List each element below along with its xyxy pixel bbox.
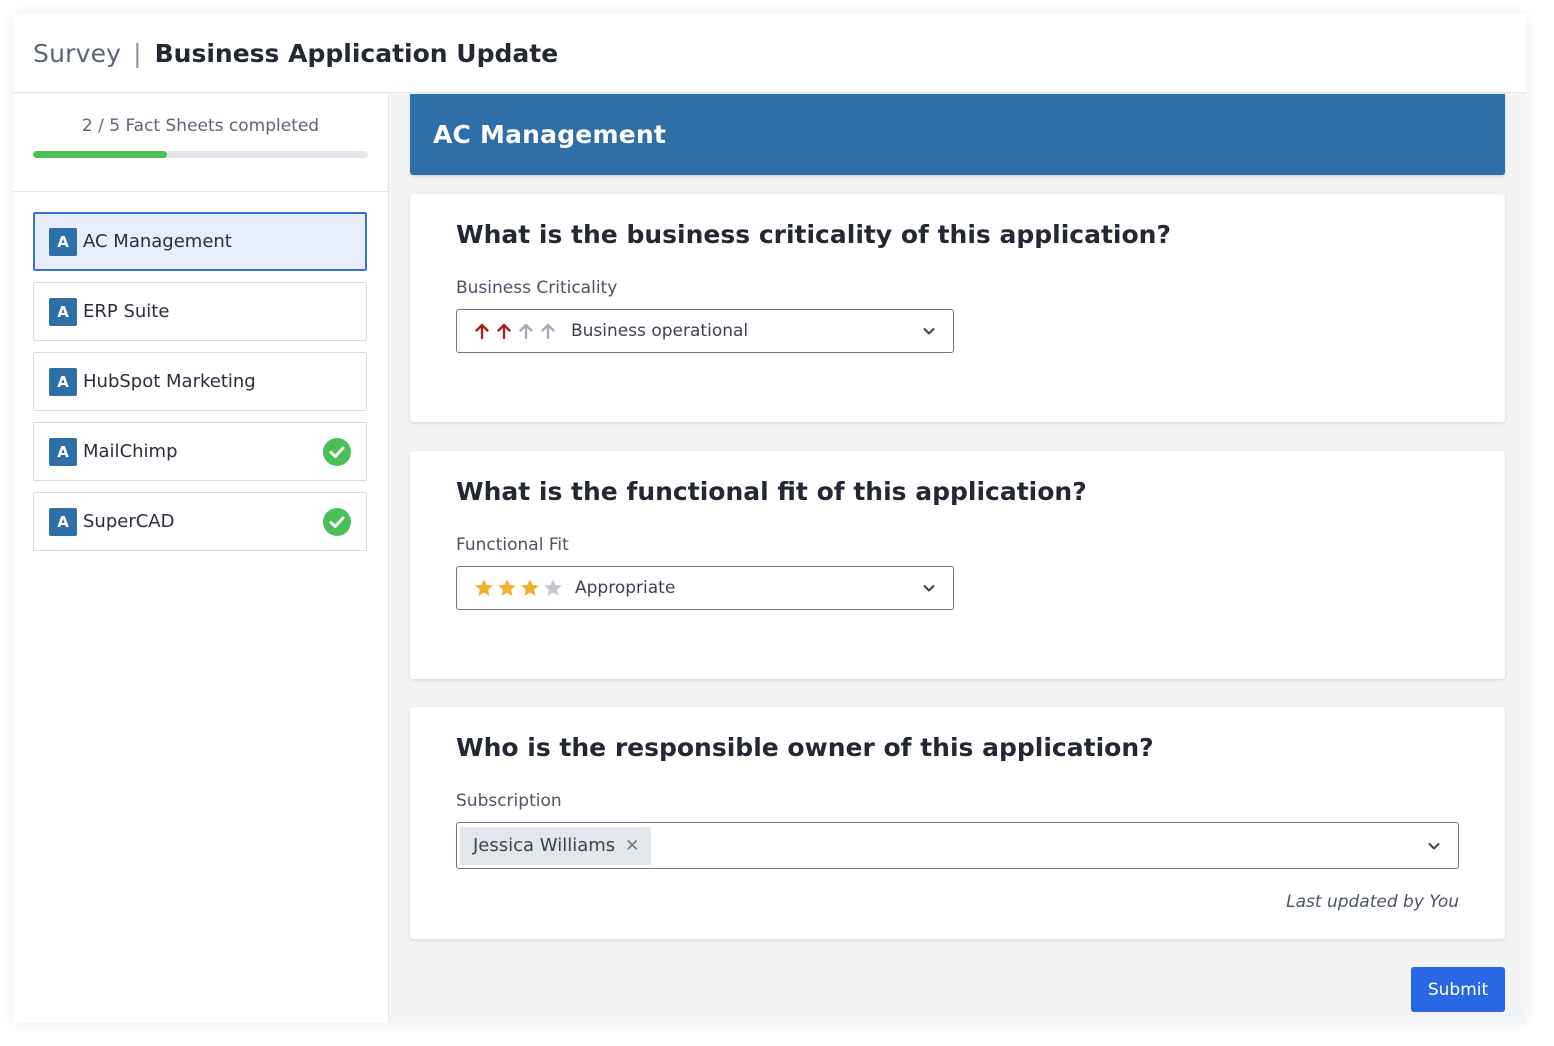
progress-section: 2 / 5 Fact Sheets completed — [13, 94, 388, 192]
field-label: Business Criticality — [456, 278, 618, 298]
business-criticality-select[interactable]: Business operational — [456, 309, 954, 353]
progress-bar — [33, 151, 368, 158]
fact-sheet-title: AC Management — [433, 120, 667, 149]
progress-bar-fill — [33, 151, 167, 158]
application-type-badge: A — [49, 297, 77, 326]
select-value: Appropriate — [575, 578, 676, 598]
star-icon — [475, 579, 493, 596]
last-updated-text: Last updated by You — [1286, 892, 1459, 912]
sidebar: 2 / 5 Fact Sheets completed A AC Managem… — [13, 94, 389, 1023]
question-title: What is the business criticality of this… — [456, 220, 1171, 249]
fact-sheet-list: A AC Management A ERP Suite A HubSpot Ma… — [33, 212, 368, 562]
breadcrumb-separator: | — [133, 38, 142, 68]
subscription-select[interactable]: Jessica Williams ✕ — [456, 822, 1459, 869]
submit-button[interactable]: Submit — [1411, 967, 1505, 1012]
criticality-rating — [474, 322, 562, 340]
page-title: Business Application Update — [154, 38, 559, 68]
question-card-business-criticality: What is the business criticality of this… — [410, 194, 1505, 422]
chevron-down-icon — [923, 328, 935, 335]
question-title: Who is the responsible owner of this app… — [456, 733, 1154, 762]
breadcrumb-survey[interactable]: Survey — [33, 39, 121, 68]
app-window: Survey | Business Application Update 2 /… — [13, 14, 1526, 1023]
star-icon — [498, 579, 516, 596]
top-bar: Survey | Business Application Update — [13, 14, 1526, 93]
fact-sheet-item-erp-suite[interactable]: A ERP Suite — [33, 282, 367, 341]
completed-check-icon — [323, 437, 351, 466]
fact-sheet-item-label: ERP Suite — [83, 301, 170, 322]
arrow-up-icon — [475, 323, 489, 340]
arrow-up-icon — [519, 323, 533, 340]
application-type-badge: A — [49, 437, 77, 466]
question-card-functional-fit: What is the functional fit of this appli… — [410, 451, 1505, 679]
application-type-badge: A — [49, 367, 77, 396]
user-tag-label: Jessica Williams — [473, 835, 616, 856]
chevron-down-icon — [923, 585, 935, 592]
progress-text: 2 / 5 Fact Sheets completed — [81, 116, 320, 136]
fact-sheet-header: AC Management — [410, 94, 1505, 175]
chevron-down-icon[interactable] — [1428, 841, 1440, 851]
fact-sheet-item-label: AC Management — [83, 231, 232, 252]
question-card-responsible-owner: Who is the responsible owner of this app… — [410, 707, 1505, 939]
application-type-badge: A — [49, 227, 77, 256]
star-icon — [521, 579, 539, 596]
field-label: Functional Fit — [456, 535, 569, 555]
star-icon — [544, 579, 562, 596]
completed-check-icon — [323, 507, 351, 536]
fact-sheet-item-mailchimp[interactable]: A MailChimp — [33, 422, 367, 481]
functional-fit-rating — [474, 578, 566, 598]
fact-sheet-item-label: HubSpot Marketing — [83, 371, 256, 392]
fact-sheet-item-label: MailChimp — [83, 441, 178, 462]
fact-sheet-item-label: SuperCAD — [83, 511, 175, 532]
fact-sheet-item-ac-management[interactable]: A AC Management — [33, 212, 367, 271]
user-tag: Jessica Williams ✕ — [460, 826, 652, 865]
question-title: What is the functional fit of this appli… — [456, 477, 1087, 506]
fact-sheet-item-hubspot-marketing[interactable]: A HubSpot Marketing — [33, 352, 367, 411]
fact-sheet-item-supercad[interactable]: A SuperCAD — [33, 492, 367, 551]
field-label: Subscription — [456, 791, 562, 811]
application-type-badge: A — [49, 507, 77, 536]
arrow-up-icon — [497, 323, 511, 340]
arrow-up-icon — [541, 323, 555, 340]
functional-fit-select[interactable]: Appropriate — [456, 566, 954, 610]
remove-tag-icon[interactable]: ✕ — [625, 836, 639, 856]
select-value: Business operational — [571, 321, 749, 341]
